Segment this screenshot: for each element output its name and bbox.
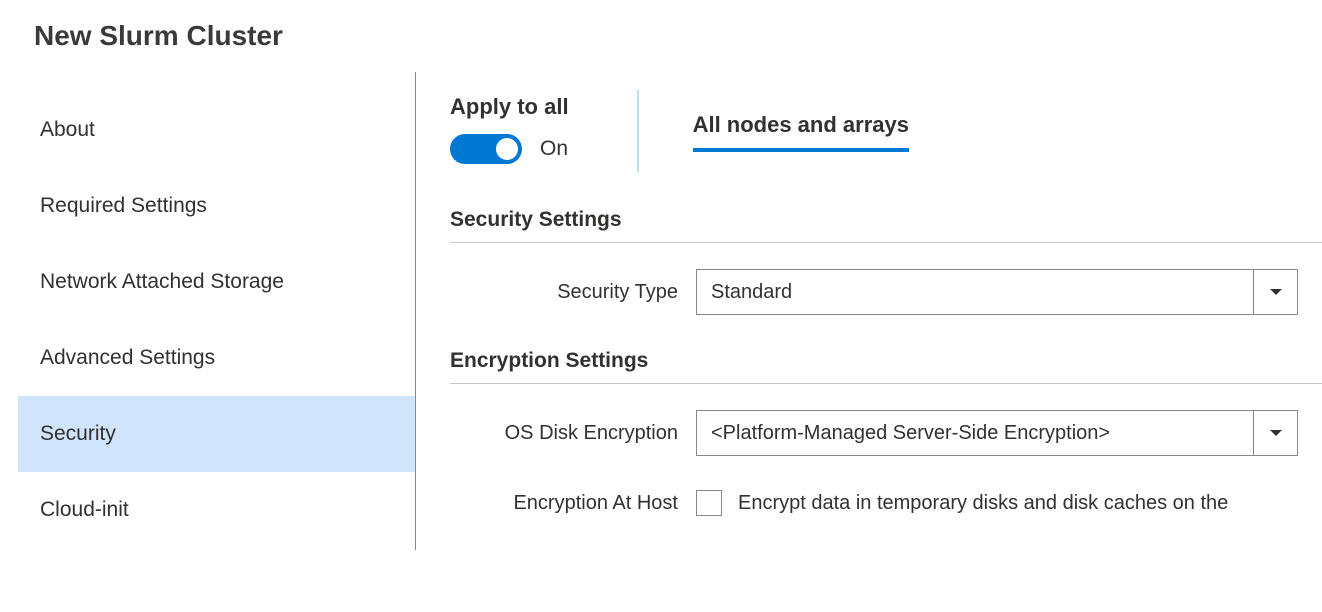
encryption-at-host-label: Encryption At Host — [450, 492, 696, 515]
sidebar-item-advanced-settings[interactable]: Advanced Settings — [18, 320, 415, 396]
security-type-select[interactable]: Standard — [696, 269, 1298, 315]
chevron-down-icon — [1269, 429, 1283, 437]
security-settings-heading: Security Settings — [450, 208, 1322, 243]
sidebar-item-security[interactable]: Security — [18, 396, 415, 472]
content-wrapper: About Required Settings Network Attached… — [0, 72, 1322, 550]
encryption-at-host-checkbox[interactable] — [696, 490, 722, 516]
security-type-row: Security Type Standard — [450, 269, 1322, 315]
encryption-settings-heading: Encryption Settings — [450, 349, 1322, 384]
os-disk-encryption-row: OS Disk Encryption <Platform-Managed Ser… — [450, 410, 1322, 456]
toggle-knob — [496, 138, 518, 160]
main-panel: Apply to all On All nodes and arrays Sec… — [416, 72, 1322, 550]
os-disk-encryption-label: OS Disk Encryption — [450, 422, 696, 445]
sidebar: About Required Settings Network Attached… — [0, 72, 416, 550]
apply-all-toggle[interactable] — [450, 134, 522, 164]
security-type-caret — [1253, 270, 1297, 314]
sidebar-item-about[interactable]: About — [18, 92, 415, 168]
tab-all-nodes-and-arrays[interactable]: All nodes and arrays — [693, 112, 909, 152]
os-disk-encryption-value: <Platform-Managed Server-Side Encryption… — [697, 422, 1253, 445]
toggle-row: On — [450, 134, 569, 164]
toggle-state-label: On — [540, 137, 568, 161]
encryption-at-host-row: Encryption At Host Encrypt data in tempo… — [450, 490, 1322, 516]
chevron-down-icon — [1269, 288, 1283, 296]
sidebar-item-network-attached-storage[interactable]: Network Attached Storage — [18, 244, 415, 320]
sidebar-item-cloud-init[interactable]: Cloud-init — [18, 472, 415, 548]
security-type-value: Standard — [697, 281, 1253, 304]
sidebar-item-required-settings[interactable]: Required Settings — [18, 168, 415, 244]
os-disk-encryption-caret — [1253, 411, 1297, 455]
top-controls: Apply to all On All nodes and arrays — [450, 90, 1322, 172]
apply-all-block: Apply to all On — [450, 90, 639, 172]
encryption-at-host-checkbox-label: Encrypt data in temporary disks and disk… — [738, 492, 1228, 515]
apply-all-label: Apply to all — [450, 94, 569, 120]
page-title: New Slurm Cluster — [0, 0, 1322, 62]
security-type-label: Security Type — [450, 281, 696, 304]
os-disk-encryption-select[interactable]: <Platform-Managed Server-Side Encryption… — [696, 410, 1298, 456]
tab-block: All nodes and arrays — [639, 90, 909, 152]
